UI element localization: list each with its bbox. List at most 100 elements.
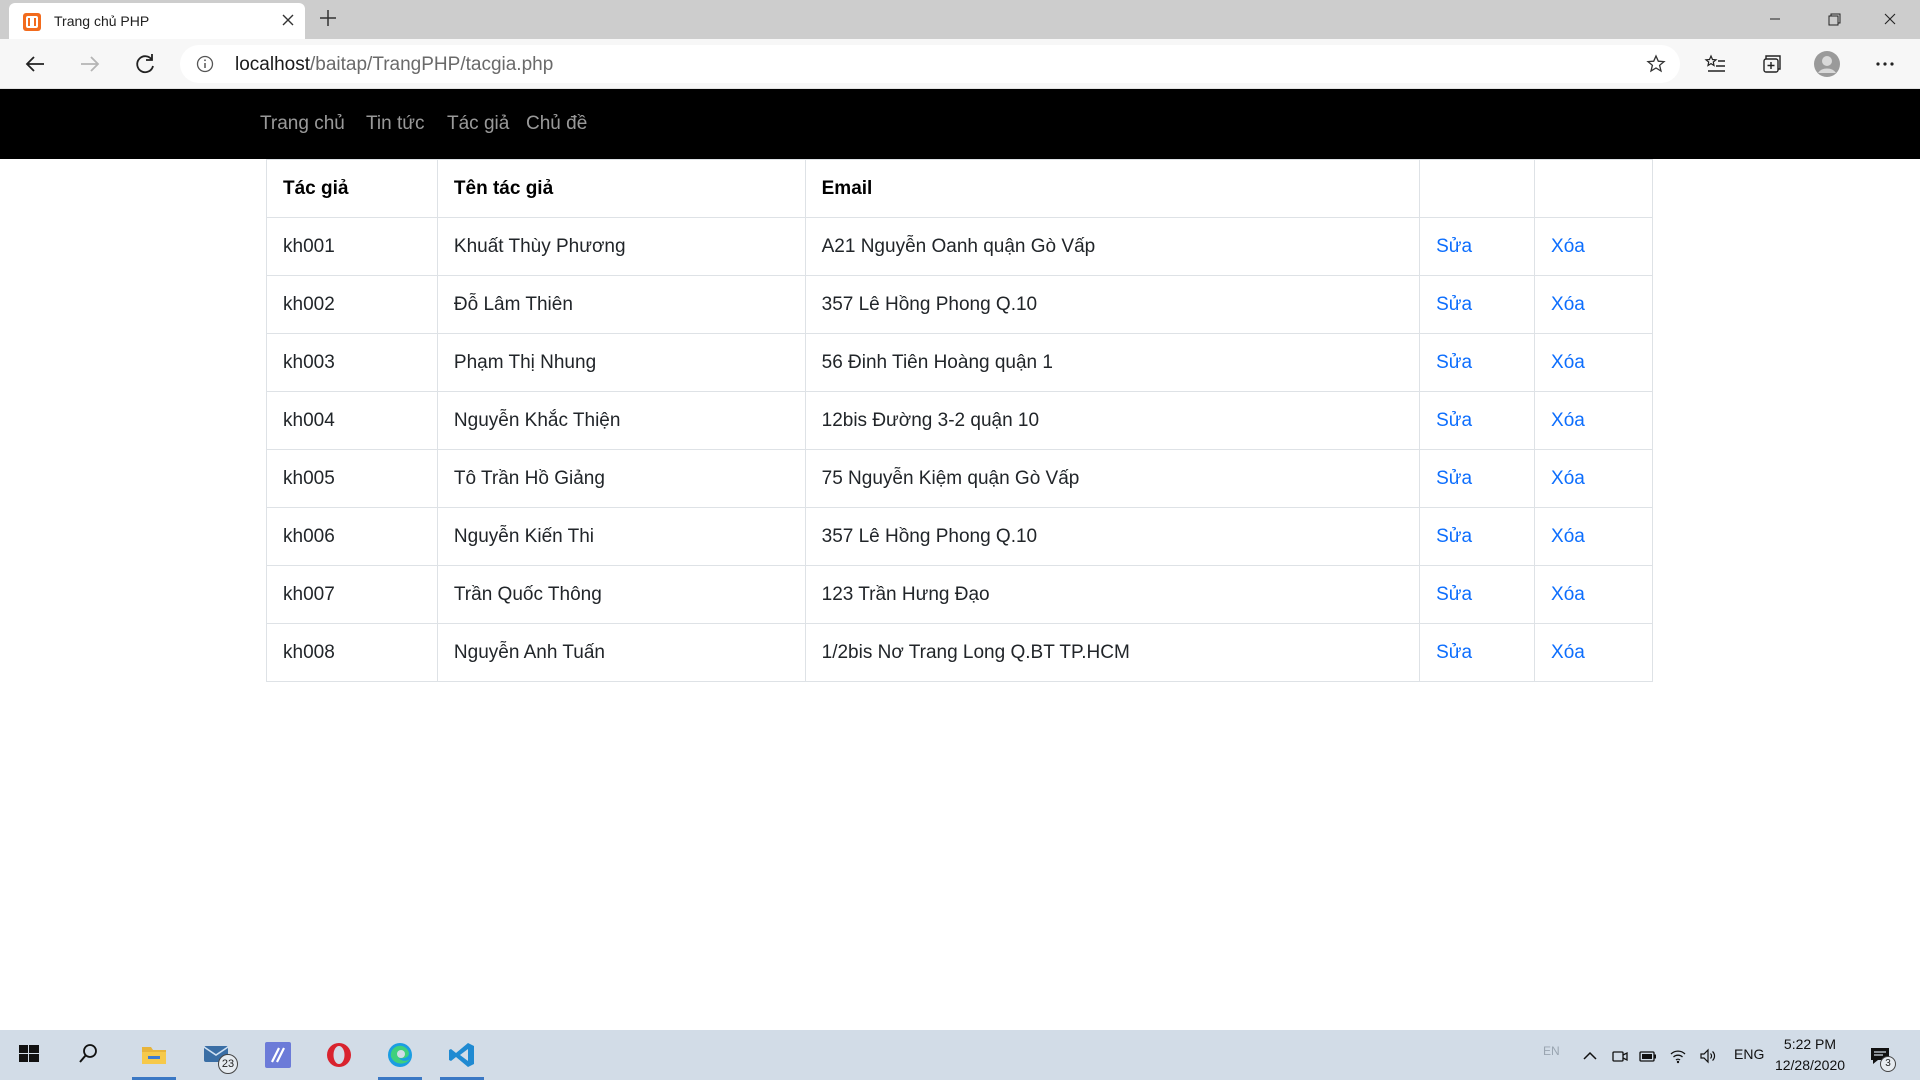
author-email-cell: 357 Lê Hồng Phong Q.10 xyxy=(804,507,1421,566)
meet-now-icon[interactable] xyxy=(1610,1046,1630,1066)
browser-tab[interactable]: Trang chủ PHP xyxy=(9,3,305,39)
delete-link[interactable]: Xóa xyxy=(1551,352,1585,373)
author-email-cell: 12bis Đường 3-2 quận 10 xyxy=(804,391,1421,450)
taskbar-vscode[interactable] xyxy=(436,1030,488,1080)
delete-link[interactable]: Xóa xyxy=(1551,410,1585,431)
delete-cell: Xóa xyxy=(1534,449,1653,508)
edit-cell: Sửa xyxy=(1419,565,1536,624)
close-tab-icon[interactable] xyxy=(279,11,297,29)
taskbar-opera[interactable] xyxy=(313,1030,365,1080)
taskbar-file-explorer[interactable] xyxy=(128,1030,180,1080)
edit-link[interactable]: Sửa xyxy=(1436,468,1472,489)
nav-link-home[interactable]: Trang chủ xyxy=(260,113,345,135)
favorites-icon[interactable] xyxy=(1700,49,1730,79)
delete-cell: Xóa xyxy=(1534,391,1653,450)
delete-cell: Xóa xyxy=(1534,275,1653,334)
author-email-cell: A21 Nguyễn Oanh quận Gò Vấp xyxy=(804,217,1421,276)
edit-link[interactable]: Sửa xyxy=(1436,584,1472,605)
nav-link-topics[interactable]: Chủ đề xyxy=(526,113,587,135)
close-window-icon[interactable] xyxy=(1867,0,1913,38)
windows-logo-icon xyxy=(19,1045,39,1062)
delete-link[interactable]: Xóa xyxy=(1551,642,1585,663)
system-clock[interactable]: 5:22 PM 12/28/2020 xyxy=(1770,1034,1850,1076)
browser-tab-strip: Trang chủ PHP xyxy=(0,0,1920,39)
vscode-icon xyxy=(449,1043,474,1067)
delete-cell: Xóa xyxy=(1534,623,1653,682)
chevron-up-icon[interactable] xyxy=(1580,1046,1600,1066)
author-id-cell: kh008 xyxy=(266,623,438,682)
author-id-cell: kh006 xyxy=(266,507,438,566)
author-name-cell: Nguyễn Kiến Thi xyxy=(436,507,806,566)
back-icon[interactable] xyxy=(20,49,50,79)
delete-link[interactable]: Xóa xyxy=(1551,468,1585,489)
author-email-cell: 357 Lê Hồng Phong Q.10 xyxy=(804,275,1421,334)
author-id-cell: kh003 xyxy=(266,333,438,392)
taskbar-edge[interactable] xyxy=(374,1030,426,1080)
edit-link[interactable]: Sửa xyxy=(1436,410,1472,431)
table-header-row: Tác giả Tên tác giả Email xyxy=(266,159,1653,218)
taskbar-mail[interactable]: 23 xyxy=(190,1030,242,1080)
table-row: kh005 Tô Trần Hồ Giảng 75 Nguyễn Kiệm quận… xyxy=(266,449,1653,508)
delete-link[interactable]: Xóa xyxy=(1551,526,1585,547)
table-row: kh003 Phạm Thị Nhung 56 Đinh Tiên Hoàng qu… xyxy=(266,333,1653,392)
url-path: /baitap/TrangPHP/tacgia.php xyxy=(310,54,554,75)
new-tab-icon[interactable] xyxy=(317,7,339,29)
header-delete xyxy=(1534,159,1653,218)
start-button[interactable] xyxy=(4,1030,56,1080)
minimize-icon[interactable] xyxy=(1752,0,1798,38)
notifications-badge: 3 xyxy=(1880,1056,1896,1072)
edit-cell: Sửa xyxy=(1419,275,1536,334)
author-name-cell: Tô Trần Hồ Giảng xyxy=(436,449,806,508)
edit-cell: Sửa xyxy=(1419,507,1536,566)
author-id-cell: kh007 xyxy=(266,565,438,624)
edge-icon xyxy=(388,1043,412,1067)
edit-link[interactable]: Sửa xyxy=(1436,236,1472,257)
battery-icon[interactable] xyxy=(1638,1046,1658,1066)
table-row: kh008 Nguyễn Anh Tuấn 1/2bis Nơ Trang Long… xyxy=(266,623,1653,682)
edit-cell: Sửa xyxy=(1419,391,1536,450)
search-icon xyxy=(79,1044,97,1063)
edit-cell: Sửa xyxy=(1419,333,1536,392)
edit-link[interactable]: Sửa xyxy=(1436,294,1472,315)
authors-table: Tác giả Tên tác giả Email kh001 Khuất Thù… xyxy=(266,159,1653,682)
nav-link-authors[interactable]: Tác giả xyxy=(447,113,509,135)
author-name-cell: Khuất Thùy Phương xyxy=(436,217,806,276)
edit-cell: Sửa xyxy=(1419,217,1536,276)
mail-badge: 23 xyxy=(218,1054,238,1074)
profile-avatar-icon[interactable] xyxy=(1812,49,1842,79)
edit-link[interactable]: Sửa xyxy=(1436,526,1472,547)
author-email-cell: 1/2bis Nơ Trang Long Q.BT TP.HCM xyxy=(804,623,1421,682)
delete-cell: Xóa xyxy=(1534,217,1653,276)
delete-link[interactable]: Xóa xyxy=(1551,236,1585,257)
language-indicator[interactable]: ENG xyxy=(1734,1046,1764,1062)
author-email-cell: 123 Trần Hưng Đạo xyxy=(804,565,1421,624)
opera-icon xyxy=(327,1043,351,1067)
collections-icon[interactable] xyxy=(1756,49,1786,79)
info-icon[interactable] xyxy=(196,55,214,73)
table-row: kh006 Nguyễn Kiến Thi 357 Lê Hồng Phong Q.… xyxy=(266,507,1653,566)
input-indicator[interactable]: EN xyxy=(1543,1044,1560,1058)
wifi-icon[interactable] xyxy=(1668,1046,1688,1066)
delete-link[interactable]: Xóa xyxy=(1551,294,1585,315)
more-menu-icon[interactable] xyxy=(1870,49,1900,79)
visual-studio-icon xyxy=(265,1042,291,1068)
edit-link[interactable]: Sửa xyxy=(1436,642,1472,663)
address-bar[interactable]: localhost/baitap/TrangPHP/tacgia.php xyxy=(180,45,1680,83)
forward-icon[interactable] xyxy=(75,49,105,79)
edit-link[interactable]: Sửa xyxy=(1436,352,1472,373)
volume-icon[interactable] xyxy=(1698,1046,1718,1066)
taskbar-visual-studio[interactable] xyxy=(252,1030,304,1080)
refresh-icon[interactable] xyxy=(130,49,160,79)
delete-link[interactable]: Xóa xyxy=(1551,584,1585,605)
author-name-cell: Nguyễn Khắc Thiện xyxy=(436,391,806,450)
header-edit xyxy=(1419,159,1536,218)
author-name-cell: Nguyễn Anh Tuấn xyxy=(436,623,806,682)
table-row: kh004 Nguyễn Khắc Thiện 12bis Đường 3-2 qu… xyxy=(266,391,1653,450)
search-button[interactable] xyxy=(64,1030,116,1080)
header-email: Email xyxy=(804,159,1421,218)
favorite-star-icon[interactable] xyxy=(1646,54,1666,74)
restore-icon[interactable] xyxy=(1811,0,1857,38)
nav-link-news[interactable]: Tin tức xyxy=(366,113,424,135)
authors-table-container: Tác giả Tên tác giả Email kh001 Khuất Thù… xyxy=(266,159,1653,682)
author-email-cell: 56 Đinh Tiên Hoàng quận 1 xyxy=(804,333,1421,392)
